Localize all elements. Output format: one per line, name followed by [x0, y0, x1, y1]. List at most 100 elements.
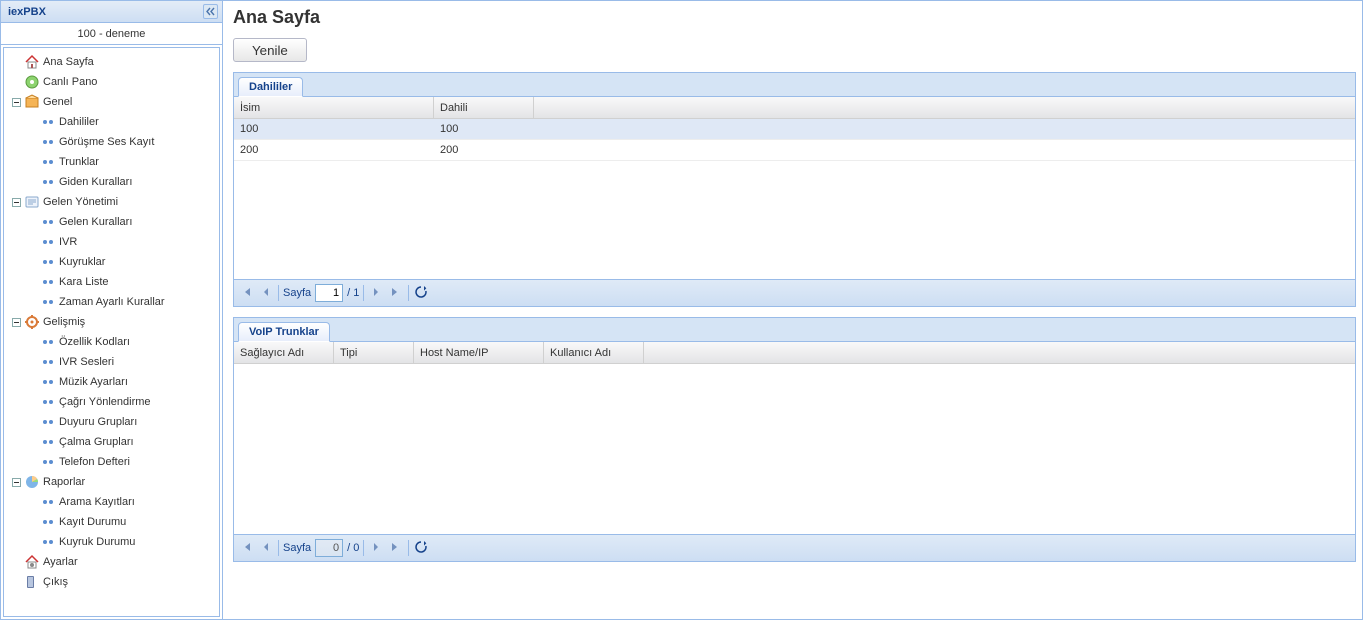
- table-row[interactable]: 200200: [234, 140, 1355, 161]
- nav-item-label: Çalma Grupları: [59, 436, 134, 448]
- sidebar: iexPBX 100 - deneme Ana Sayfa Canlı Pano G…: [1, 1, 223, 619]
- nav-item-gelen-y-netimi[interactable]: Gelen Yönetimi: [4, 192, 219, 212]
- nav-item-duyuru-gruplar-[interactable]: Duyuru Grupları: [4, 412, 219, 432]
- bullet-icon: [40, 154, 56, 170]
- active-context-label: 100 - deneme: [1, 23, 222, 45]
- tab-trunks[interactable]: VoIP Trunklar: [238, 322, 330, 342]
- nav-item-raporlar[interactable]: Raporlar: [4, 472, 219, 492]
- nav-item-ana-sayfa[interactable]: Ana Sayfa: [4, 52, 219, 72]
- refresh-button[interactable]: Yenile: [233, 38, 307, 62]
- gear-icon: [24, 314, 40, 330]
- pager-first-button[interactable]: [238, 285, 254, 301]
- bullet-icon: [40, 514, 56, 530]
- nav-item-label: Dahililer: [59, 116, 99, 128]
- nav-item-label: Zaman Ayarlı Kurallar: [59, 296, 165, 308]
- exit-icon: [24, 574, 40, 590]
- bullet-icon: [40, 214, 56, 230]
- collapse-icon[interactable]: [8, 314, 24, 330]
- nav-item-gelen-kurallar-[interactable]: Gelen Kuralları: [4, 212, 219, 232]
- tab-extensions[interactable]: Dahililer: [238, 77, 303, 97]
- nav-item-ayarlar[interactable]: Ayarlar: [4, 552, 219, 572]
- extensions-pager: Sayfa/ 1: [234, 279, 1355, 306]
- settings-icon: [24, 554, 40, 570]
- nav-item-label: Müzik Ayarları: [59, 376, 128, 388]
- column-header[interactable]: Kullanıcı Adı: [544, 342, 644, 363]
- nav-item--a-r-y-nlendirme[interactable]: Çağrı Yönlendirme: [4, 392, 219, 412]
- first-icon: [240, 286, 252, 301]
- nav-item-genel[interactable]: Genel: [4, 92, 219, 112]
- collapse-icon[interactable]: [8, 474, 24, 490]
- nav-item-zaman-ayarl-kurallar[interactable]: Zaman Ayarlı Kurallar: [4, 292, 219, 312]
- nav-item-label: Ayarlar: [43, 556, 78, 568]
- table-cell: 100: [234, 119, 434, 139]
- pager-next-button[interactable]: [368, 540, 384, 556]
- column-header[interactable]: Dahili: [434, 97, 534, 118]
- nav-item-telefon-defteri[interactable]: Telefon Defteri: [4, 452, 219, 472]
- nav-item-kuyruk-durumu[interactable]: Kuyruk Durumu: [4, 532, 219, 552]
- box-icon: [24, 94, 40, 110]
- nav-item-label: Canlı Pano: [43, 76, 97, 88]
- next-icon: [370, 541, 382, 556]
- nav-item--zellik-kodlar-[interactable]: Özellik Kodları: [4, 332, 219, 352]
- nav-item-label: Duyuru Grupları: [59, 416, 137, 428]
- sidebar-title: iexPBX: [5, 6, 46, 18]
- nav-item--k-[interactable]: Çıkış: [4, 572, 219, 592]
- nav-item-kara-liste[interactable]: Kara Liste: [4, 272, 219, 292]
- nav-item-canl-pano[interactable]: Canlı Pano: [4, 72, 219, 92]
- pager-first-button[interactable]: [238, 540, 254, 556]
- collapse-icon[interactable]: [8, 94, 24, 110]
- bullet-icon: [40, 134, 56, 150]
- pager-prev-button[interactable]: [258, 540, 274, 556]
- column-header[interactable]: Tipi: [334, 342, 414, 363]
- nav-item-m-zik-ayarlar-[interactable]: Müzik Ayarları: [4, 372, 219, 392]
- trunks-panel: VoIP Trunklar Sağlayıcı AdıTipiHost Name…: [233, 317, 1356, 562]
- toolbar-top: Yenile: [233, 38, 1356, 62]
- nav-item-dahililer[interactable]: Dahililer: [4, 112, 219, 132]
- pager-prev-button[interactable]: [258, 285, 274, 301]
- pager-refresh-button[interactable]: [413, 540, 429, 556]
- bullet-icon: [40, 534, 56, 550]
- nav-item-label: Ana Sayfa: [43, 56, 94, 68]
- live-icon: [24, 74, 40, 90]
- bullet-icon: [40, 274, 56, 290]
- nav-item-kuyruklar[interactable]: Kuyruklar: [4, 252, 219, 272]
- nav-item-ivr-sesleri[interactable]: IVR Sesleri: [4, 352, 219, 372]
- pager-last-button[interactable]: [388, 285, 404, 301]
- table-row[interactable]: 100100: [234, 119, 1355, 140]
- nav-item-label: Kayıt Durumu: [59, 516, 126, 528]
- column-header[interactable]: İsim: [234, 97, 434, 118]
- nav-item--alma-gruplar-[interactable]: Çalma Grupları: [4, 432, 219, 452]
- pager-label: Sayfa: [283, 542, 311, 554]
- collapse-icon[interactable]: [8, 194, 24, 210]
- extensions-headers: İsimDahili: [234, 97, 1355, 119]
- trunks-tabstrip: VoIP Trunklar: [234, 318, 1355, 342]
- nav-item-ivr[interactable]: IVR: [4, 232, 219, 252]
- pager-next-button[interactable]: [368, 285, 384, 301]
- nav-item-label: IVR Sesleri: [59, 356, 114, 368]
- collapse-sidebar-button[interactable]: [203, 4, 218, 19]
- extensions-panel: Dahililer İsimDahili 100100200200 Sayfa/…: [233, 72, 1356, 307]
- bullet-icon: [40, 374, 56, 390]
- nav-item-trunklar[interactable]: Trunklar: [4, 152, 219, 172]
- nav-item-arama-kay-tlar-[interactable]: Arama Kayıtları: [4, 492, 219, 512]
- pager-page-input[interactable]: [315, 539, 343, 557]
- pager-page-input[interactable]: [315, 284, 343, 302]
- bullet-icon: [40, 394, 56, 410]
- nav-item-g-r-me-ses-kay-t[interactable]: Görüşme Ses Kayıt: [4, 132, 219, 152]
- nav-item-giden-kurallar-[interactable]: Giden Kuralları: [4, 172, 219, 192]
- column-header[interactable]: Host Name/IP: [414, 342, 544, 363]
- pager-refresh-button[interactable]: [413, 285, 429, 301]
- nav-item-geli-mi-[interactable]: Gelişmiş: [4, 312, 219, 332]
- refresh-icon: [414, 285, 428, 302]
- nav-item-kay-t-durumu[interactable]: Kayıt Durumu: [4, 512, 219, 532]
- bullet-icon: [40, 434, 56, 450]
- nav-item-label: Görüşme Ses Kayıt: [59, 136, 154, 148]
- column-header[interactable]: Sağlayıcı Adı: [234, 342, 334, 363]
- trunks-pager: Sayfa/ 0: [234, 534, 1355, 561]
- pager-last-button[interactable]: [388, 540, 404, 556]
- nav-item-label: Raporlar: [43, 476, 85, 488]
- nav-item-label: Kuyruklar: [59, 256, 105, 268]
- next-icon: [370, 286, 382, 301]
- first-icon: [240, 541, 252, 556]
- prev-icon: [260, 286, 272, 301]
